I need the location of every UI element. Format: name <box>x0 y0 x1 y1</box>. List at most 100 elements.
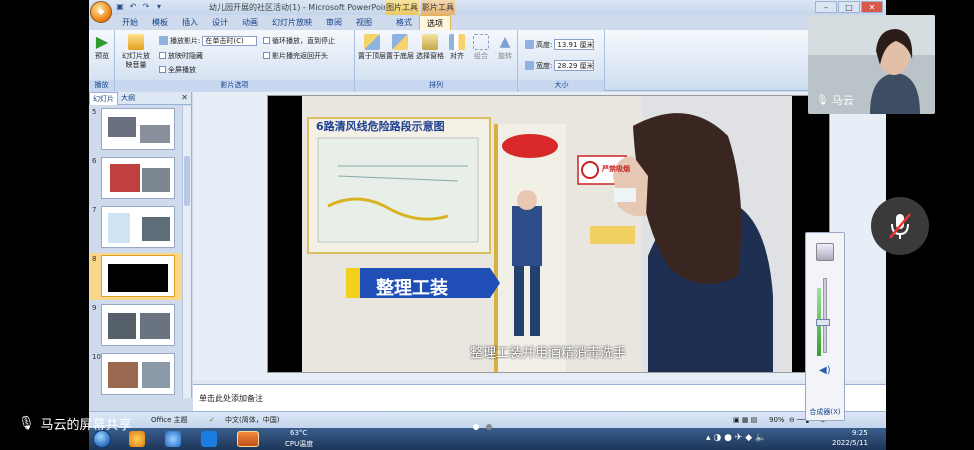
bring-front-button[interactable]: 置于顶层 <box>357 34 387 61</box>
cpu-temp: 63°C <box>290 429 308 437</box>
video-frame <box>268 96 829 372</box>
send-back-icon <box>392 34 408 50</box>
view-buttons[interactable]: ▣ ▦ ▤ <box>733 412 757 428</box>
page-dot[interactable] <box>486 424 492 430</box>
tab-slides[interactable]: 幻灯片 <box>89 91 118 105</box>
selection-pane-button[interactable]: 选择窗格 <box>415 34 445 61</box>
tab-insert[interactable]: 插入 <box>175 15 205 30</box>
window-controls: – □ ✕ <box>815 1 883 13</box>
slide-thumbnail-image <box>101 206 175 248</box>
tab-view[interactable]: 视图 <box>349 15 379 30</box>
page-dot-active[interactable] <box>473 424 479 430</box>
slide-number: 8 <box>92 255 97 263</box>
slides-panel-tabs: 幻灯片 大纲 ✕ <box>89 91 191 105</box>
chevron-down-icon[interactable]: ▾ <box>154 2 164 12</box>
maximize-button[interactable]: □ <box>838 1 860 13</box>
group-objects-button[interactable]: 组合 <box>469 34 493 61</box>
hide-checkbox[interactable] <box>159 52 166 59</box>
tab-home[interactable]: 开始 <box>115 15 145 30</box>
slides-panel: 幻灯片 大纲 ✕ 5 6 7 8 9 10 <box>89 91 192 398</box>
slide-thumbnail[interactable]: 5 <box>89 106 181 153</box>
spellcheck-icon[interactable]: ✓ <box>209 412 215 428</box>
scrollbar-thumb[interactable] <box>184 156 190 206</box>
rotate-button[interactable]: ▲ 旋转 <box>493 34 517 61</box>
tab-options[interactable]: 选项 <box>419 15 451 30</box>
slide-thumbnail[interactable]: 9 <box>89 302 181 349</box>
ribbon-tabs: 开始 模板 插入 设计 动画 幻灯片放映 审阅 视图 格式 选项 <box>115 15 451 30</box>
height-row: 高度: 13.91 厘米 <box>525 39 595 50</box>
width-input[interactable]: 28.29 厘米 <box>554 60 595 71</box>
save-icon[interactable]: ▣ <box>115 2 125 12</box>
slide-thumbnail[interactable]: 7 <box>89 204 181 251</box>
slide-thumbnail-image <box>101 255 175 297</box>
minimize-button[interactable]: – <box>815 1 837 13</box>
slide-volume-label: 幻灯片放映音量 <box>122 52 150 69</box>
preview-button[interactable]: ▶ 预览 <box>89 34 115 61</box>
fullscreen-label: 全屏播放 <box>168 65 196 74</box>
close-icon[interactable]: ✕ <box>181 92 188 104</box>
tab-design[interactable]: 设计 <box>205 15 235 30</box>
cpu-temp-label: CPU温度 <box>285 440 314 448</box>
redo-icon[interactable]: ↷ <box>141 2 151 12</box>
slide-volume-button[interactable]: 幻灯片放映音量 <box>119 34 153 70</box>
fullscreen-checkbox[interactable] <box>159 66 166 73</box>
participant-video[interactable]: 🎙 马云 <box>808 15 935 114</box>
slide-thumbnail-selected[interactable]: 8 <box>89 253 181 300</box>
tab-template[interactable]: 模板 <box>145 15 175 30</box>
tab-review[interactable]: 审阅 <box>319 15 349 30</box>
browser-icon[interactable] <box>129 431 145 447</box>
tab-format[interactable]: 格式 <box>389 15 419 30</box>
group-play: ▶ 预览 播放 <box>89 30 115 91</box>
screenshare-label: 🎙 马云的屏幕共享 <box>18 414 132 433</box>
group-objects-label: 组合 <box>474 52 488 60</box>
page-indicator <box>473 424 492 430</box>
system-tray: ▴ ◑ ● ✈ ◆ 🔈 9:25 2022/5/11 <box>666 428 886 450</box>
send-back-button[interactable]: 置于底层 <box>385 34 415 61</box>
play-movie-select[interactable]: 在单击时(C) <box>202 35 258 46</box>
group-size: 高度: 13.91 厘米 宽度: 28.29 厘米 大小 <box>519 30 605 91</box>
tray-icons[interactable]: ▴ ◑ ● ✈ ◆ 🔈 <box>706 433 766 443</box>
rotate-label: 旋转 <box>498 52 512 60</box>
thumbnails-scrollbar[interactable] <box>182 106 191 398</box>
participant-label: 🎙 马云 <box>816 92 854 108</box>
ie-icon[interactable] <box>165 431 181 447</box>
tab-slideshow[interactable]: 幻灯片放映 <box>265 15 319 30</box>
movie-icon <box>159 36 168 45</box>
rewind-checkbox[interactable] <box>263 52 270 59</box>
office-button[interactable]: ◆ <box>90 1 112 23</box>
loop-checkbox[interactable] <box>263 37 270 44</box>
volume-popup: ◀) 合成器(X) <box>805 232 845 421</box>
mute-microphone-button[interactable] <box>871 197 929 255</box>
mixer-link[interactable]: 合成器(X) <box>806 407 844 417</box>
hide-label: 放映时隐藏 <box>168 51 203 60</box>
volume-slider-track[interactable] <box>823 278 827 353</box>
quick-access-toolbar: ▣ ↶ ↷ ▾ <box>115 2 164 12</box>
tab-outline[interactable]: 大纲 <box>118 92 138 104</box>
slide-number: 9 <box>92 304 97 312</box>
undo-icon[interactable]: ↶ <box>128 2 138 12</box>
slide-thumbnails: 5 6 7 8 9 10 <box>89 106 181 398</box>
rewind-row: 影片播完返回开头 <box>263 50 328 61</box>
height-input[interactable]: 13.91 厘米 <box>554 39 595 50</box>
loop-label: 循环播放，直到停止 <box>272 36 335 45</box>
volume-slider-thumb[interactable] <box>816 319 830 326</box>
slide-thumbnail-image <box>101 157 175 199</box>
align-button[interactable]: 对齐 <box>445 34 469 61</box>
slide-number: 7 <box>92 206 97 214</box>
slide-thumbnail-image <box>101 353 175 395</box>
notes-pane[interactable]: 单击此处添加备注 <box>193 384 886 411</box>
powerpoint-task-icon[interactable] <box>237 431 259 447</box>
participant-name: 马云 <box>831 94 854 107</box>
meeting-app-icon[interactable] <box>201 431 217 447</box>
speaker-icon[interactable]: ◀) <box>819 365 831 376</box>
width-row: 宽度: 28.29 厘米 <box>525 60 595 71</box>
slide-thumbnail[interactable]: 10 <box>89 351 181 398</box>
height-icon <box>525 40 534 49</box>
slide-thumbnail[interactable]: 6 <box>89 155 181 202</box>
rewind-label: 影片播完返回开头 <box>272 51 328 60</box>
close-button[interactable]: ✕ <box>861 1 883 13</box>
context-tab-movie-tools: 影片工具 <box>421 0 455 15</box>
slide-video[interactable]: 6路清风线危险路段示意图 整理工装 严禁吸烟 整理工装并用酒精消毒洗手 <box>267 95 830 373</box>
taskbar: 63°C CPU温度 ▴ ◑ ● ✈ ◆ 🔈 9:25 2022/5/11 <box>89 428 886 450</box>
tab-animation[interactable]: 动画 <box>235 15 265 30</box>
